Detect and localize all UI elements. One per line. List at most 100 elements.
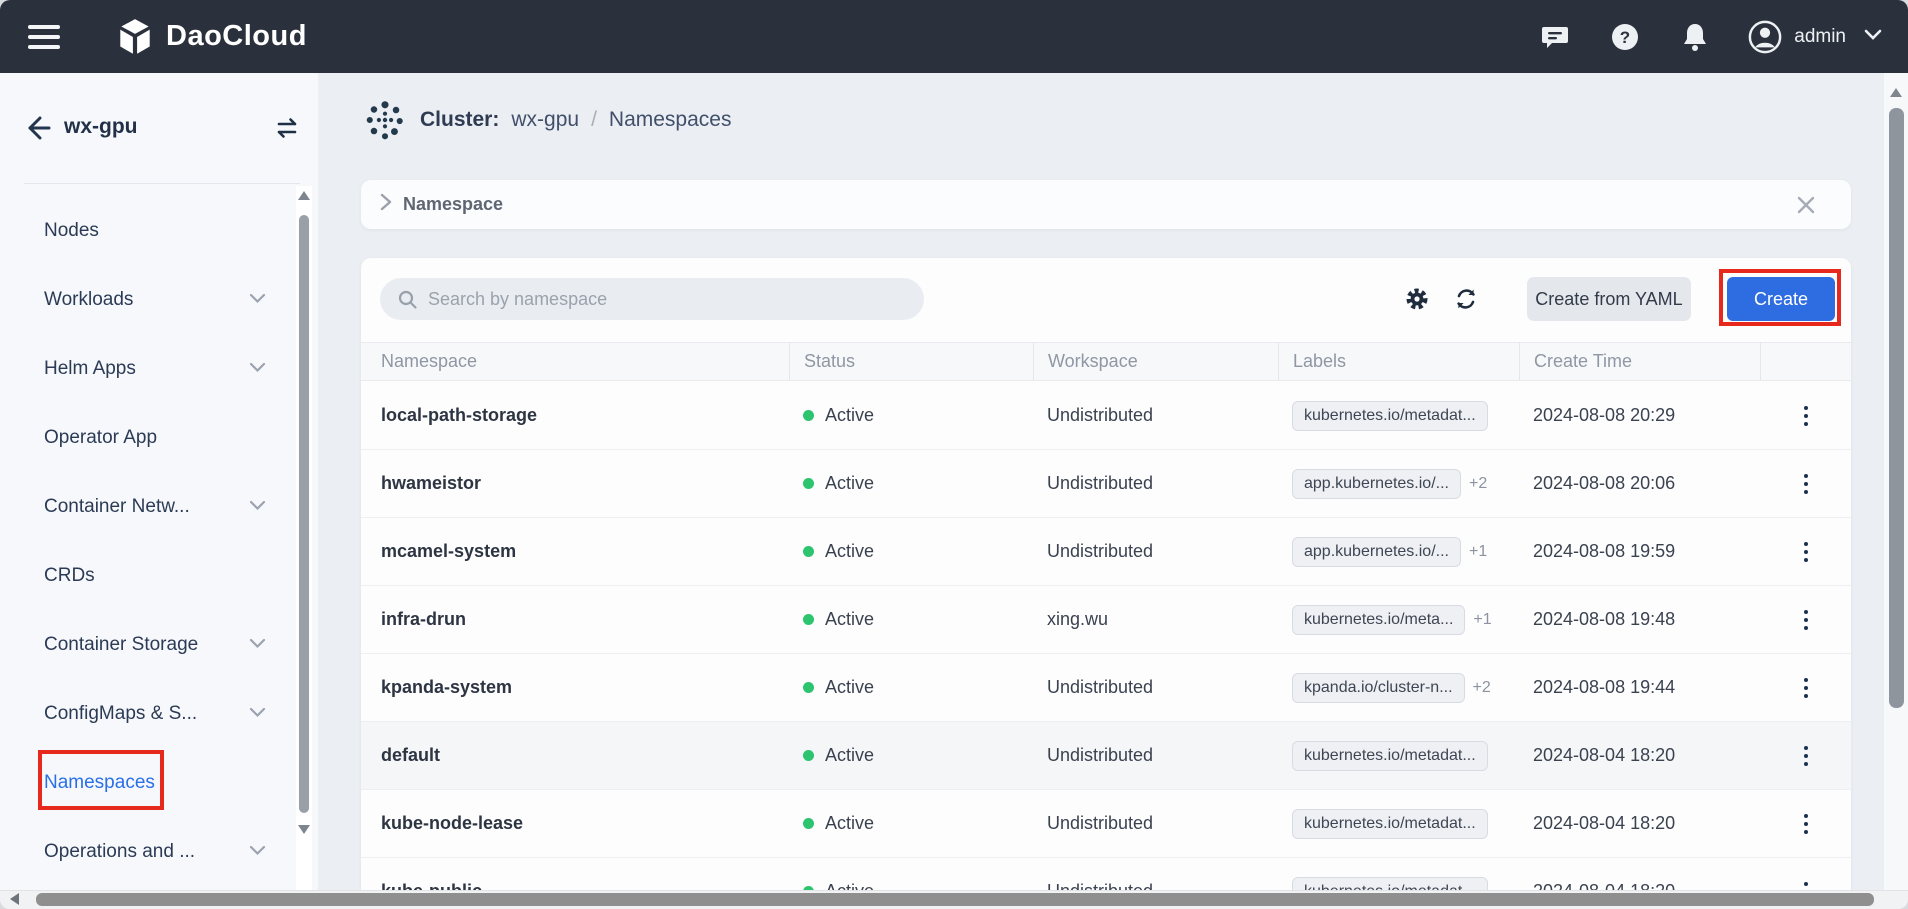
table-row[interactable]: default Active Undistributed kubernetes.… bbox=[361, 722, 1851, 790]
chevron-right-icon[interactable] bbox=[379, 193, 393, 216]
create-time-value: 2024-08-04 18:20 bbox=[1519, 745, 1760, 766]
workspace-value: Undistributed bbox=[1033, 745, 1278, 766]
help-icon[interactable]: ? bbox=[1608, 20, 1642, 54]
sidebar-item-workloads[interactable]: Workloads bbox=[0, 265, 296, 334]
table-row[interactable]: local-path-storage Active Undistributed … bbox=[361, 382, 1851, 450]
user-name[interactable]: admin bbox=[1794, 26, 1846, 48]
back-arrow-icon[interactable] bbox=[22, 113, 52, 143]
label-extra-count[interactable]: +2 bbox=[1469, 475, 1487, 493]
page-horizontal-scrollbar-thumb[interactable] bbox=[36, 893, 1874, 906]
sidebar-item-operations-and[interactable]: Operations and ... bbox=[0, 817, 296, 886]
menu-icon[interactable] bbox=[28, 25, 60, 49]
cluster-icon bbox=[364, 98, 406, 142]
sidebar-item-namespaces[interactable]: Namespaces bbox=[0, 748, 296, 817]
sidebar-item-container-netw[interactable]: Container Netw... bbox=[0, 472, 296, 541]
kebab-menu-icon[interactable] bbox=[1800, 742, 1812, 770]
sidebar-scroll-up-icon[interactable] bbox=[298, 191, 310, 200]
column-header-labels[interactable]: Labels bbox=[1278, 343, 1519, 380]
label-chip[interactable]: app.kubernetes.io/... bbox=[1292, 469, 1461, 499]
svg-text:?: ? bbox=[1620, 28, 1630, 47]
column-header-status[interactable]: Status bbox=[789, 343, 1033, 380]
kebab-menu-icon[interactable] bbox=[1800, 810, 1812, 838]
label-extra-count[interactable]: +2 bbox=[1473, 679, 1491, 697]
kebab-menu-icon[interactable] bbox=[1800, 538, 1812, 566]
create-time-value: 2024-08-08 20:29 bbox=[1519, 405, 1760, 426]
chat-icon[interactable] bbox=[1538, 20, 1572, 54]
breadcrumb: Cluster: wx-gpu / Namespaces bbox=[364, 98, 731, 142]
table-row[interactable]: infra-drun Active xing.wu kubernetes.io/… bbox=[361, 586, 1851, 654]
column-header-create-time[interactable]: Create Time bbox=[1519, 343, 1760, 380]
table-row[interactable]: kpanda-system Active Undistributed kpand… bbox=[361, 654, 1851, 722]
status-dot-icon bbox=[803, 410, 814, 421]
close-icon[interactable] bbox=[1795, 194, 1817, 216]
column-header-namespace[interactable]: Namespace bbox=[361, 343, 789, 380]
kebab-menu-icon[interactable] bbox=[1800, 606, 1812, 634]
label-extra-count[interactable]: +1 bbox=[1469, 543, 1487, 561]
label-chip[interactable]: kpanda.io/cluster-n... bbox=[1292, 673, 1465, 703]
status-label: Active bbox=[825, 473, 874, 494]
brand-name: DaoCloud bbox=[166, 20, 307, 53]
switch-cluster-icon[interactable] bbox=[272, 113, 302, 143]
refresh-icon[interactable] bbox=[1454, 287, 1478, 311]
chevron-down-icon bbox=[249, 498, 266, 516]
daocloud-logo-icon bbox=[116, 16, 154, 58]
label-chip[interactable]: kubernetes.io/metadat... bbox=[1292, 401, 1488, 431]
kebab-menu-icon[interactable] bbox=[1800, 674, 1812, 702]
sidebar-item-operator-app[interactable]: Operator App bbox=[0, 403, 296, 472]
table-row[interactable]: hwameistor Active Undistributed app.kube… bbox=[361, 450, 1851, 518]
create-from-yaml-button[interactable]: Create from YAML bbox=[1527, 277, 1691, 321]
search-input[interactable] bbox=[428, 289, 888, 310]
namespace-name[interactable]: kpanda-system bbox=[361, 677, 789, 698]
gear-icon[interactable] bbox=[1405, 287, 1429, 311]
breadcrumb-page: Namespaces bbox=[609, 108, 732, 132]
sidebar-item-label: Container Netw... bbox=[44, 496, 190, 518]
chevron-down-icon[interactable] bbox=[1864, 28, 1882, 46]
page-scroll-up-icon[interactable] bbox=[1890, 88, 1902, 97]
create-time-value: 2024-08-04 18:20 bbox=[1519, 813, 1760, 834]
workspace-value: xing.wu bbox=[1033, 609, 1278, 630]
kebab-menu-icon[interactable] bbox=[1800, 402, 1812, 430]
sidebar-scroll-down-icon[interactable] bbox=[298, 825, 310, 834]
chevron-down-icon bbox=[249, 291, 266, 309]
app-window: DaoCloud ? admin wx-g bbox=[0, 0, 1908, 909]
sidebar-item-nodes[interactable]: Nodes bbox=[0, 196, 296, 265]
label-chip[interactable]: app.kubernetes.io/... bbox=[1292, 537, 1461, 567]
page-vertical-scrollbar-thumb[interactable] bbox=[1889, 108, 1904, 708]
status-dot-icon bbox=[803, 478, 814, 489]
namespace-name[interactable]: infra-drun bbox=[361, 609, 789, 630]
label-chip[interactable]: kubernetes.io/meta... bbox=[1292, 605, 1465, 635]
breadcrumb-cluster-link[interactable]: wx-gpu bbox=[511, 108, 579, 132]
labels-cell: kubernetes.io/metadat... bbox=[1278, 741, 1519, 771]
sidebar-item-label: Operator App bbox=[44, 427, 157, 449]
table-row[interactable]: mcamel-system Active Undistributed app.k… bbox=[361, 518, 1851, 586]
status-dot-icon bbox=[803, 546, 814, 557]
namespace-name[interactable]: mcamel-system bbox=[361, 541, 789, 562]
column-header-actions bbox=[1760, 343, 1851, 380]
sidebar-item-crds[interactable]: CRDs bbox=[0, 541, 296, 610]
sidebar-item-helm-apps[interactable]: Helm Apps bbox=[0, 334, 296, 403]
create-button[interactable]: Create bbox=[1727, 277, 1835, 321]
label-extra-count[interactable]: +1 bbox=[1473, 611, 1491, 629]
namespace-name[interactable]: hwameistor bbox=[361, 473, 789, 494]
sidebar-item-configmaps-s[interactable]: ConfigMaps & S... bbox=[0, 679, 296, 748]
page-scroll-left-icon[interactable] bbox=[10, 893, 19, 905]
status-label: Active bbox=[825, 813, 874, 834]
namespace-table-card: Create from YAML Create Namespace Status… bbox=[361, 258, 1851, 909]
workspace-value: Undistributed bbox=[1033, 677, 1278, 698]
namespace-name[interactable]: kube-node-lease bbox=[361, 813, 789, 834]
namespace-name[interactable]: default bbox=[361, 745, 789, 766]
sidebar-item-container-storage[interactable]: Container Storage bbox=[0, 610, 296, 679]
chevron-down-icon bbox=[249, 636, 266, 654]
kebab-menu-icon[interactable] bbox=[1800, 470, 1812, 498]
bell-icon[interactable] bbox=[1678, 20, 1712, 54]
column-header-workspace[interactable]: Workspace bbox=[1033, 343, 1278, 380]
sidebar-scrollbar-thumb[interactable] bbox=[299, 215, 309, 813]
status-cell: Active bbox=[789, 609, 1033, 630]
namespace-name[interactable]: local-path-storage bbox=[361, 405, 789, 426]
label-chip[interactable]: kubernetes.io/metadat... bbox=[1292, 741, 1488, 771]
avatar-icon[interactable] bbox=[1748, 20, 1782, 54]
chevron-down-icon bbox=[249, 360, 266, 378]
label-chip[interactable]: kubernetes.io/metadat... bbox=[1292, 809, 1488, 839]
table-row[interactable]: kube-node-lease Active Undistributed kub… bbox=[361, 790, 1851, 858]
brand-logo[interactable]: DaoCloud bbox=[116, 16, 307, 58]
